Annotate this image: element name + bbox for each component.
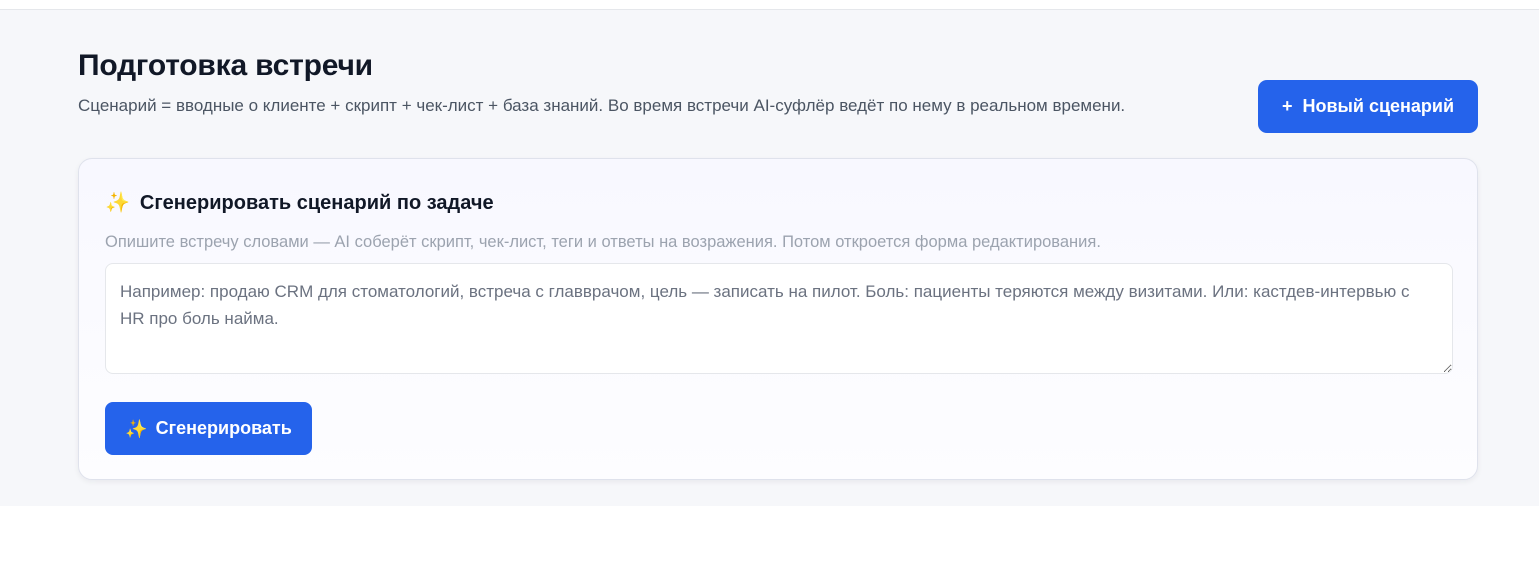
page-content: Подготовка встречи Сценарий = вводные о … [0, 10, 1539, 506]
sparkles-icon: ✨ [105, 192, 130, 214]
card-description: Опишите встречу словами — AI соберёт скр… [105, 233, 1101, 251]
plus-icon: + [1281, 96, 1293, 116]
generate-scenario-card: ✨ Сгенерировать сценарий по задаче Опиши… [78, 158, 1478, 480]
page-title: Подготовка встречи [78, 49, 373, 82]
top-bar-border [0, 0, 1539, 10]
card-title: Сгенерировать сценарий по задаче [139, 192, 494, 214]
meeting-description-input[interactable] [105, 263, 1453, 374]
card-title-row: ✨ Сгенерировать сценарий по задаче [105, 191, 494, 215]
generate-button[interactable]: ✨ Сгенерировать [105, 402, 312, 455]
new-scenario-label: Новый сценарий [1302, 96, 1455, 116]
generate-button-label: Сгенерировать [155, 418, 292, 438]
sparkles-icon: ✨ [125, 418, 148, 439]
new-scenario-button[interactable]: + Новый сценарий [1258, 80, 1478, 133]
